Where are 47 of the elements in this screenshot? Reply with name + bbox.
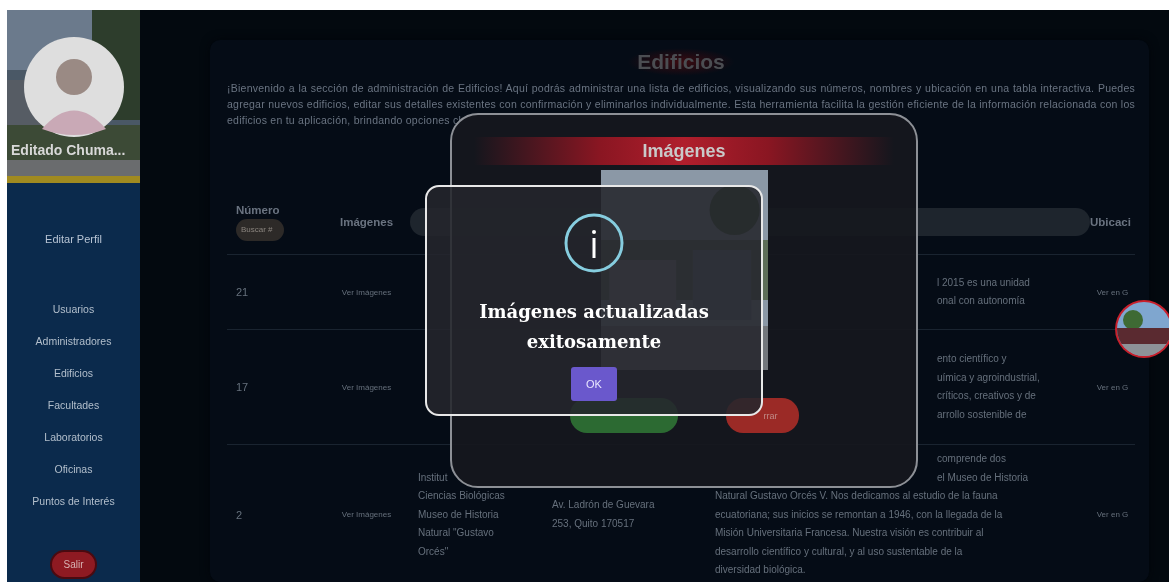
table-cell-text: Natural "Gustavo xyxy=(418,526,494,540)
view-images-link[interactable]: Ver Imágenes xyxy=(341,287,392,297)
ok-button[interactable]: OK xyxy=(571,367,617,401)
table-cell-text: Av. Ladrón de Guevara xyxy=(552,498,655,513)
table-cell-text: Natural Gustavo Orcés V. Nos dedicamos al estudio de la fauna xyxy=(715,489,998,503)
map-link[interactable]: Ver en G xyxy=(1096,382,1129,392)
table-cell-text: comprende dos xyxy=(937,452,1006,466)
table-cell-text: Ciencias Biológicas xyxy=(418,489,505,503)
logout-button[interactable]: Salir xyxy=(50,550,97,579)
table-cell-text: arrollo sostenible de xyxy=(937,407,1027,422)
view-images-link[interactable]: Ver Imágenes xyxy=(341,510,392,520)
sidebar-item[interactable]: Usuarios xyxy=(52,300,95,318)
table-cell-text: Misión Universitaria Francesa. Nuestra visión es contribuir al xyxy=(715,526,984,540)
number-search-field[interactable]: Buscar # xyxy=(236,218,284,241)
table-cell-text: Institut xyxy=(418,470,448,485)
info-icon xyxy=(564,213,624,273)
sidebar-item[interactable]: Laboratorios xyxy=(44,428,103,446)
table-cell-text: Orcés" xyxy=(418,544,449,559)
map-link[interactable]: Ver en G xyxy=(1096,287,1129,297)
user-name: Editado Chuma... xyxy=(11,142,126,158)
alert-message: Imágenes actualizadas exitosamente xyxy=(478,300,710,354)
sidebar-item[interactable]: Facultades xyxy=(47,396,100,414)
table-cell-text: diversidad biológica. xyxy=(715,563,806,577)
table-cell-text: l 2015 es una unidad xyxy=(937,275,1030,290)
table-cell-text: 17 xyxy=(235,381,250,393)
sidebar-item[interactable]: Edificios xyxy=(53,364,94,382)
table-cell-text: críticos, creativos y de xyxy=(937,389,1036,403)
table-cell-text: uímica y agroindustrial, xyxy=(937,370,1040,385)
table-cell-text: 2 xyxy=(235,508,244,521)
table-cell-text: Museo de Historia xyxy=(418,507,499,522)
sidebar-item[interactable]: Oficinas xyxy=(54,460,93,478)
sidebar-item[interactable]: Puntos de Interés xyxy=(32,492,115,510)
column-header: Imágenes xyxy=(339,216,394,228)
edit-profile-link[interactable]: Editar Perfil xyxy=(45,233,102,245)
table-cell-text: desarrollo científico y cultural, y al uso sustentable de la xyxy=(715,544,963,559)
table-cell-text: onal con autonomía xyxy=(937,294,1025,308)
table-cell-text: ecuatoriana; sus inicios se remontan a 1946, con la llegada de la xyxy=(715,507,1003,522)
map-link[interactable]: Ver en G xyxy=(1096,510,1129,520)
column-header: Ubicaci xyxy=(1090,216,1132,228)
table-cell-text: 21 xyxy=(235,286,250,298)
view-images-link[interactable]: Ver Imágenes xyxy=(341,382,392,392)
table-cell-text: el Museo de Historia xyxy=(937,470,1029,485)
dialog-title: Imágenes xyxy=(642,140,726,162)
table-cell-text: ento científico y xyxy=(937,352,1007,366)
sidebar-item[interactable]: Administradores xyxy=(35,332,112,350)
table-cell-text: 253, Quito 170517 xyxy=(552,516,635,531)
column-header: Número xyxy=(236,203,281,216)
